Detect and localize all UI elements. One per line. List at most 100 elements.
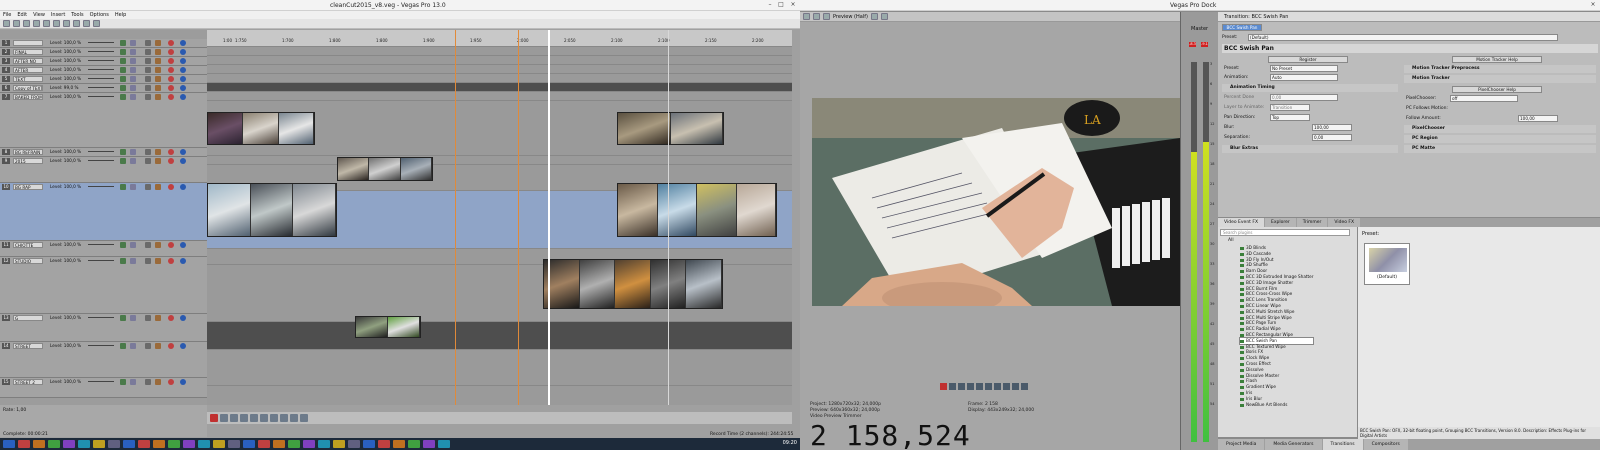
level-slider[interactable] (88, 69, 114, 70)
taskbar-app-icon[interactable] (93, 440, 105, 448)
record-arm-icon[interactable] (168, 379, 174, 385)
motion-tracker-help-button[interactable]: Motion Tracker Help (1452, 56, 1542, 63)
track-header[interactable]: 14 STREET Level: 100,0 % (0, 342, 207, 378)
tab-media-generators[interactable]: Media Generators (1265, 439, 1322, 450)
pixelchooser-help-button[interactable]: PixelChooser Help (1452, 86, 1542, 93)
fx-icon[interactable] (120, 242, 126, 248)
track-header[interactable]: 12 STUDIO Level: 100,0 % (0, 257, 207, 314)
menu-item-help[interactable]: Help (115, 11, 126, 19)
fx-icon[interactable] (120, 49, 126, 55)
mute-icon[interactable] (145, 94, 151, 100)
pixelchooser-section[interactable]: PixelChooser (1404, 125, 1596, 133)
taskbar-app-icon[interactable] (348, 440, 360, 448)
compositing-icon[interactable] (180, 258, 186, 264)
go-to-end-icon[interactable] (280, 414, 288, 422)
next-frame-icon[interactable] (1021, 383, 1028, 390)
mute-icon[interactable] (145, 315, 151, 321)
solo-icon[interactable] (155, 58, 161, 64)
track-lane[interactable] (207, 47, 792, 56)
go-to-end-icon[interactable] (1003, 383, 1010, 390)
track-header[interactable]: 10 BG RAP Level: 100,0 % (0, 183, 207, 241)
close-icon[interactable]: × (1588, 1, 1598, 9)
compositing-icon[interactable] (180, 85, 186, 91)
video-clip[interactable] (617, 112, 724, 145)
solo-icon[interactable] (155, 40, 161, 46)
compositing-icon[interactable] (180, 149, 186, 155)
fx-icon[interactable] (120, 315, 126, 321)
record-arm-icon[interactable] (168, 258, 174, 264)
fx-preset-dropdown[interactable]: No Preset (1270, 65, 1338, 72)
menu-item-tools[interactable]: Tools (71, 11, 83, 19)
new-icon[interactable] (3, 20, 10, 27)
tab-video-fx[interactable]: Video FX (1328, 218, 1361, 227)
taskbar-app-icon[interactable] (333, 440, 345, 448)
copy-icon[interactable] (63, 20, 70, 27)
level-slider[interactable] (88, 51, 114, 52)
solo-icon[interactable] (155, 149, 161, 155)
go-to-start-icon[interactable] (270, 414, 278, 422)
fx-icon[interactable] (120, 184, 126, 190)
track-name-field[interactable]: BAKED FROM AFTER (13, 94, 43, 100)
track-lane[interactable] (207, 56, 792, 65)
level-slider[interactable] (88, 60, 114, 61)
solo-icon[interactable] (155, 379, 161, 385)
compositing-icon[interactable] (180, 67, 186, 73)
video-clip[interactable] (617, 183, 777, 237)
separation-value[interactable]: 0,00 (1312, 134, 1352, 141)
tab-video-event-fx[interactable]: Video Event FX (1218, 218, 1265, 227)
mute-icon[interactable] (145, 76, 151, 82)
track-header[interactable]: 3 AFTER NO Level: 100,0 % (0, 57, 207, 66)
prev-frame-icon[interactable] (290, 414, 298, 422)
fx-icon[interactable] (120, 343, 126, 349)
taskbar-app-icon[interactable] (378, 440, 390, 448)
preset-dropdown[interactable]: (Default) (1248, 34, 1558, 41)
close-icon[interactable]: × (788, 1, 798, 9)
record-arm-icon[interactable] (168, 49, 174, 55)
taskbar-app-icon[interactable] (183, 440, 195, 448)
track-lane[interactable] (207, 322, 792, 350)
automation-icon[interactable] (130, 343, 136, 349)
video-clip[interactable] (355, 316, 421, 338)
animation-timing-section[interactable]: Animation Timing (1222, 84, 1398, 92)
taskbar-app-icon[interactable] (18, 440, 30, 448)
record-arm-icon[interactable] (168, 315, 174, 321)
track-header[interactable]: 13 G Level: 100,0 % (0, 314, 207, 342)
fx-icon[interactable] (120, 67, 126, 73)
solo-icon[interactable] (155, 85, 161, 91)
render-icon[interactable] (33, 20, 40, 27)
motion-tracker-section[interactable]: Motion Tracker (1404, 75, 1596, 83)
level-slider[interactable] (88, 87, 114, 88)
tab-transitions[interactable]: Transitions (1322, 439, 1363, 450)
mute-icon[interactable] (145, 242, 151, 248)
track-header[interactable]: 7BAKED FROM AFTER Level: 100,0 % (0, 93, 207, 148)
blur-value[interactable]: 100,00 (1312, 124, 1352, 131)
follow-amount-value[interactable]: 100,00 (1518, 115, 1558, 122)
level-slider[interactable] (88, 260, 114, 261)
menu-item-insert[interactable]: Insert (51, 11, 65, 19)
taskbar-app-icon[interactable] (288, 440, 300, 448)
preview-quality-dropdown[interactable]: Preview (Half) (833, 14, 868, 20)
preview-settings-icon[interactable] (803, 13, 810, 20)
solo-icon[interactable] (155, 94, 161, 100)
taskbar-app-icon[interactable] (243, 440, 255, 448)
record-arm-icon[interactable] (168, 67, 174, 73)
blur-extras-section[interactable]: Blur Extras (1222, 145, 1398, 153)
track-header[interactable]: 4 AFTER Level: 100,0 % (0, 66, 207, 75)
track-name-field[interactable]: AFTER (13, 67, 43, 73)
automation-icon[interactable] (130, 58, 136, 64)
save-icon[interactable] (23, 20, 30, 27)
preset-thumbnail[interactable]: (Default) (1364, 243, 1410, 285)
fx-icon[interactable] (120, 85, 126, 91)
solo-icon[interactable] (155, 49, 161, 55)
mute-icon[interactable] (145, 85, 151, 91)
compositing-icon[interactable] (180, 379, 186, 385)
compositing-icon[interactable] (180, 242, 186, 248)
menu-item-options[interactable]: Options (90, 11, 109, 19)
compositing-icon[interactable] (180, 40, 186, 46)
motion-tracker-preprocess-section[interactable]: Motion Tracker Preprocess (1404, 65, 1596, 73)
automation-icon[interactable] (130, 379, 136, 385)
next-frame-icon[interactable] (300, 414, 308, 422)
track-header[interactable]: 9 2015 Level: 100,0 % (0, 157, 207, 183)
track-lane[interactable] (207, 92, 792, 101)
track-header[interactable]: 15 STREET 2 Level: 100,0 % (0, 378, 207, 398)
